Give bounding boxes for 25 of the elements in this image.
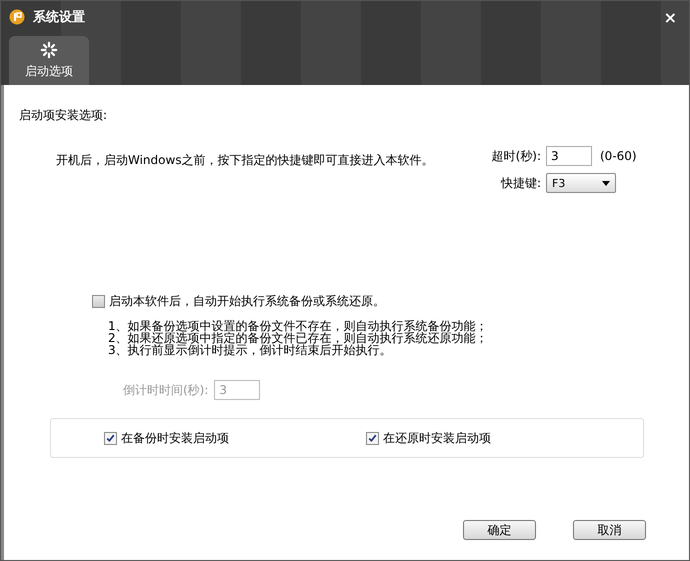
hotkey-dropdown[interactable]: F3 (546, 173, 616, 193)
checkbox-label: 在还原时安装启动项 (383, 430, 491, 446)
note-text: 2、如果还原选项中指定的备份文件已存在，则自动执行系统还原功能； (108, 332, 489, 344)
checkbox-label: 在备份时安装启动项 (121, 430, 229, 446)
ok-button[interactable]: 确定 (463, 520, 536, 540)
spinner-icon (40, 41, 58, 59)
note-text: 1、如果备份选项中设置的备份文件不存在，则自动执行系统备份功能； (108, 320, 489, 332)
description-text: 开机后，启动Windows之前，按下指定的快捷键即可直接进入本软件。 (56, 152, 435, 169)
timeout-range: (0-60) (600, 149, 637, 163)
section-title: 启动项安装选项: (19, 107, 108, 124)
timeout-label: 超时(秒): (490, 148, 541, 164)
caret-icon (602, 180, 610, 186)
checkbox[interactable] (104, 432, 117, 444)
window-title: 系统设置 (33, 8, 85, 26)
tab[interactable]: 启动选项 (9, 36, 89, 85)
close-button[interactable]: × (660, 8, 681, 26)
checkbox[interactable] (366, 432, 379, 444)
checkbox-label: 启动本软件后，自动开始执行系统备份或系统还原。 (109, 293, 385, 310)
timeout-field[interactable]: 3 (546, 146, 592, 166)
hotkey-label: 快捷键: (500, 174, 541, 192)
cancel-button[interactable]: 取消 (573, 520, 646, 540)
countdown-label: 倒计时时间(秒): (123, 382, 208, 398)
checkbox[interactable] (92, 295, 105, 308)
note-text: 3、执行前显示倒计时提示，倒计时结束后开始执行。 (108, 344, 392, 356)
app-logo-icon (9, 9, 25, 25)
